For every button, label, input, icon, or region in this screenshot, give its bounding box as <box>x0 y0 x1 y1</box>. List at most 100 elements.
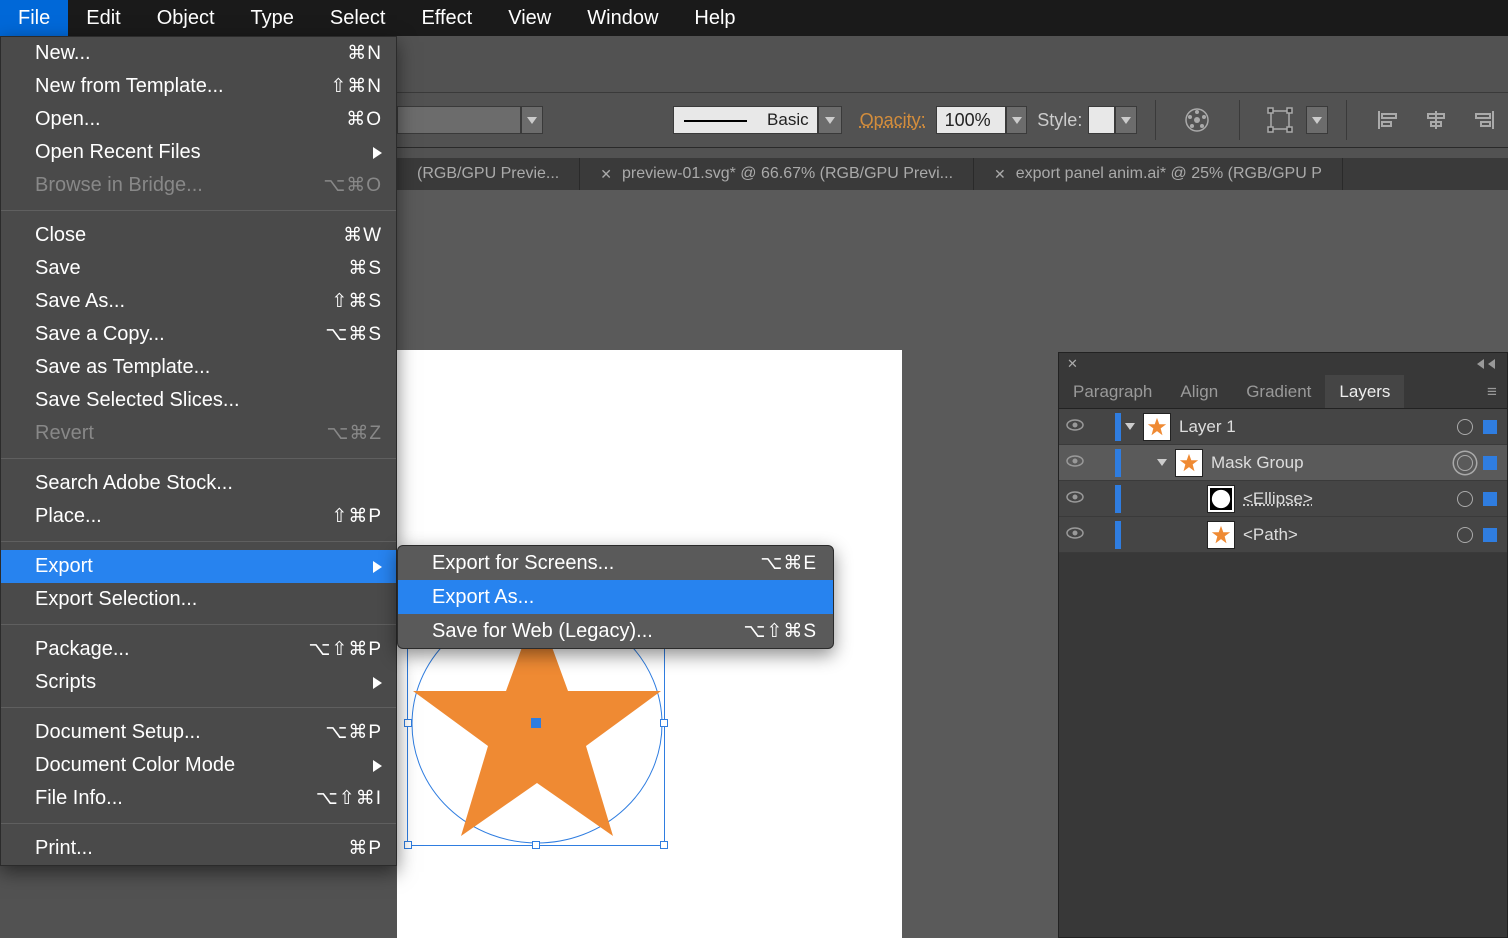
file-menu-item[interactable]: Save as Template... <box>1 351 396 384</box>
layer-row[interactable]: <Path> <box>1059 517 1507 553</box>
file-menu-item[interactable]: Search Adobe Stock... <box>1 467 396 500</box>
file-menu-item[interactable]: Open...⌘O <box>1 103 396 136</box>
file-menu-item[interactable]: Save Selected Slices... <box>1 384 396 417</box>
menu-view[interactable]: View <box>490 0 569 36</box>
document-tab[interactable]: ✕ preview-01.svg* @ 66.67% (RGB/GPU Previ… <box>580 158 974 190</box>
transform-dropdown[interactable] <box>1306 106 1327 134</box>
file-menu-item[interactable]: Print...⌘P <box>1 832 396 865</box>
layer-thumbnail <box>1207 485 1235 513</box>
layer-name[interactable]: Mask Group <box>1211 453 1457 473</box>
file-menu-item[interactable]: Place...⇧⌘P <box>1 500 396 533</box>
fill-stroke-selector[interactable] <box>397 106 521 134</box>
opacity-input[interactable]: 100% <box>936 106 1006 134</box>
close-tab-icon[interactable]: ✕ <box>600 166 612 183</box>
menu-effect[interactable]: Effect <box>403 0 490 36</box>
panel-menu-icon[interactable]: ≡ <box>1477 375 1507 408</box>
opacity-label[interactable]: Opacity: <box>860 110 926 131</box>
menu-shortcut: ⌘O <box>346 108 382 131</box>
style-label: Style: <box>1037 110 1082 131</box>
selection-color-box[interactable] <box>1483 456 1497 470</box>
panel-tab-gradient[interactable]: Gradient <box>1232 375 1325 408</box>
export-menu-item[interactable]: Save for Web (Legacy)...⌥⇧⌘S <box>398 614 833 648</box>
file-menu-item[interactable]: Save⌘S <box>1 252 396 285</box>
fill-stroke-dropdown[interactable] <box>521 106 542 134</box>
menu-object[interactable]: Object <box>139 0 233 36</box>
document-tab[interactable]: ✕export panel anim.ai* @ 25% (RGB/GPU P <box>974 158 1343 190</box>
menu-shortcut: ⇧⌘N <box>330 75 382 98</box>
file-menu-item[interactable]: Close⌘W <box>1 219 396 252</box>
disclosure-triangle-icon[interactable] <box>1157 459 1167 466</box>
menu-item-label: Export As... <box>432 586 817 609</box>
visibility-toggle-icon[interactable] <box>1059 454 1091 472</box>
file-menu-item[interactable]: Save a Copy...⌥⌘S <box>1 318 396 351</box>
disclosure-triangle-icon[interactable] <box>1125 423 1135 430</box>
menu-item-label: Save Selected Slices... <box>35 389 382 412</box>
selection-color-box[interactable] <box>1483 528 1497 542</box>
menu-shortcut: ⌥⌘Z <box>326 422 382 445</box>
target-icon[interactable] <box>1457 527 1473 543</box>
menu-item-label: Save a Copy... <box>35 323 325 346</box>
target-icon[interactable] <box>1457 419 1473 435</box>
menu-type[interactable]: Type <box>233 0 312 36</box>
panel-tab-layers[interactable]: Layers <box>1325 375 1404 408</box>
visibility-toggle-icon[interactable] <box>1059 490 1091 508</box>
submenu-arrow-icon <box>373 677 382 689</box>
file-menu-item[interactable]: Open Recent Files <box>1 136 396 169</box>
panel-tab-align[interactable]: Align <box>1166 375 1232 408</box>
menu-item-label: Close <box>35 224 343 247</box>
selection-center-icon <box>531 718 541 728</box>
collapse-panel-icon[interactable] <box>1477 357 1499 372</box>
panel-tab-paragraph[interactable]: Paragraph <box>1059 375 1166 408</box>
file-menu-item[interactable]: Package...⌥⇧⌘P <box>1 633 396 666</box>
export-menu-item[interactable]: Export As... <box>398 580 833 614</box>
opacity-dropdown[interactable] <box>1006 106 1027 134</box>
export-menu-item[interactable]: Export for Screens...⌥⌘E <box>398 546 833 580</box>
file-menu-item[interactable]: New from Template...⇧⌘N <box>1 70 396 103</box>
visibility-toggle-icon[interactable] <box>1059 418 1091 436</box>
menu-item-label: Export for Screens... <box>432 552 760 575</box>
stroke-preset-select[interactable]: Basic <box>673 106 842 134</box>
menu-window[interactable]: Window <box>569 0 676 36</box>
style-dropdown[interactable] <box>1115 106 1136 134</box>
menu-item-label: Export Selection... <box>35 588 382 611</box>
file-menu-item[interactable]: Export Selection... <box>1 583 396 616</box>
menu-item-label: Document Setup... <box>35 721 325 744</box>
close-tab-icon[interactable]: ✕ <box>994 166 1006 183</box>
target-icon[interactable] <box>1457 455 1473 471</box>
layer-row[interactable]: <Ellipse> <box>1059 481 1507 517</box>
align-right-icon[interactable] <box>1468 102 1500 138</box>
transform-icon[interactable] <box>1266 102 1298 138</box>
file-menu-item[interactable]: Scripts <box>1 666 396 699</box>
file-menu-item[interactable]: Export <box>1 550 396 583</box>
file-menu-item[interactable]: File Info...⌥⇧⌘I <box>1 782 396 815</box>
layer-name[interactable]: Layer 1 <box>1179 417 1457 437</box>
layer-name[interactable]: <Ellipse> <box>1243 489 1457 509</box>
target-icon[interactable] <box>1457 491 1473 507</box>
selection-color-box[interactable] <box>1483 492 1497 506</box>
file-menu-item[interactable]: Save As...⇧⌘S <box>1 285 396 318</box>
file-menu-item[interactable]: Document Setup...⌥⌘P <box>1 716 396 749</box>
file-menu-item[interactable]: Document Color Mode <box>1 749 396 782</box>
menu-file[interactable]: File <box>0 0 68 36</box>
menu-item-label: Package... <box>35 638 309 661</box>
document-tabs: (RGB/GPU Previe... ✕ preview-01.svg* @ 66.… <box>397 158 1508 190</box>
close-panel-icon[interactable]: ✕ <box>1067 356 1078 372</box>
layer-name[interactable]: <Path> <box>1243 525 1457 545</box>
align-center-h-icon[interactable] <box>1420 102 1452 138</box>
menu-item-label: Export <box>35 555 367 578</box>
document-tab[interactable]: (RGB/GPU Previe... <box>397 158 580 190</box>
layer-row[interactable]: Layer 1 <box>1059 409 1507 445</box>
align-left-icon[interactable] <box>1372 102 1404 138</box>
menu-select[interactable]: Select <box>312 0 404 36</box>
menu-shortcut: ⌥⇧⌘I <box>316 787 382 810</box>
menu-shortcut: ⌥⇧⌘P <box>309 638 383 661</box>
layer-row[interactable]: Mask Group <box>1059 445 1507 481</box>
selection-color-box[interactable] <box>1483 420 1497 434</box>
recolor-artwork-icon[interactable] <box>1181 102 1213 138</box>
style-swatch[interactable] <box>1088 106 1115 134</box>
tab-title: preview-01.svg* @ 66.67% (RGB/GPU Previ.… <box>622 165 953 183</box>
file-menu-item[interactable]: New...⌘N <box>1 37 396 70</box>
visibility-toggle-icon[interactable] <box>1059 526 1091 544</box>
menu-help[interactable]: Help <box>676 0 753 36</box>
menu-edit[interactable]: Edit <box>68 0 138 36</box>
